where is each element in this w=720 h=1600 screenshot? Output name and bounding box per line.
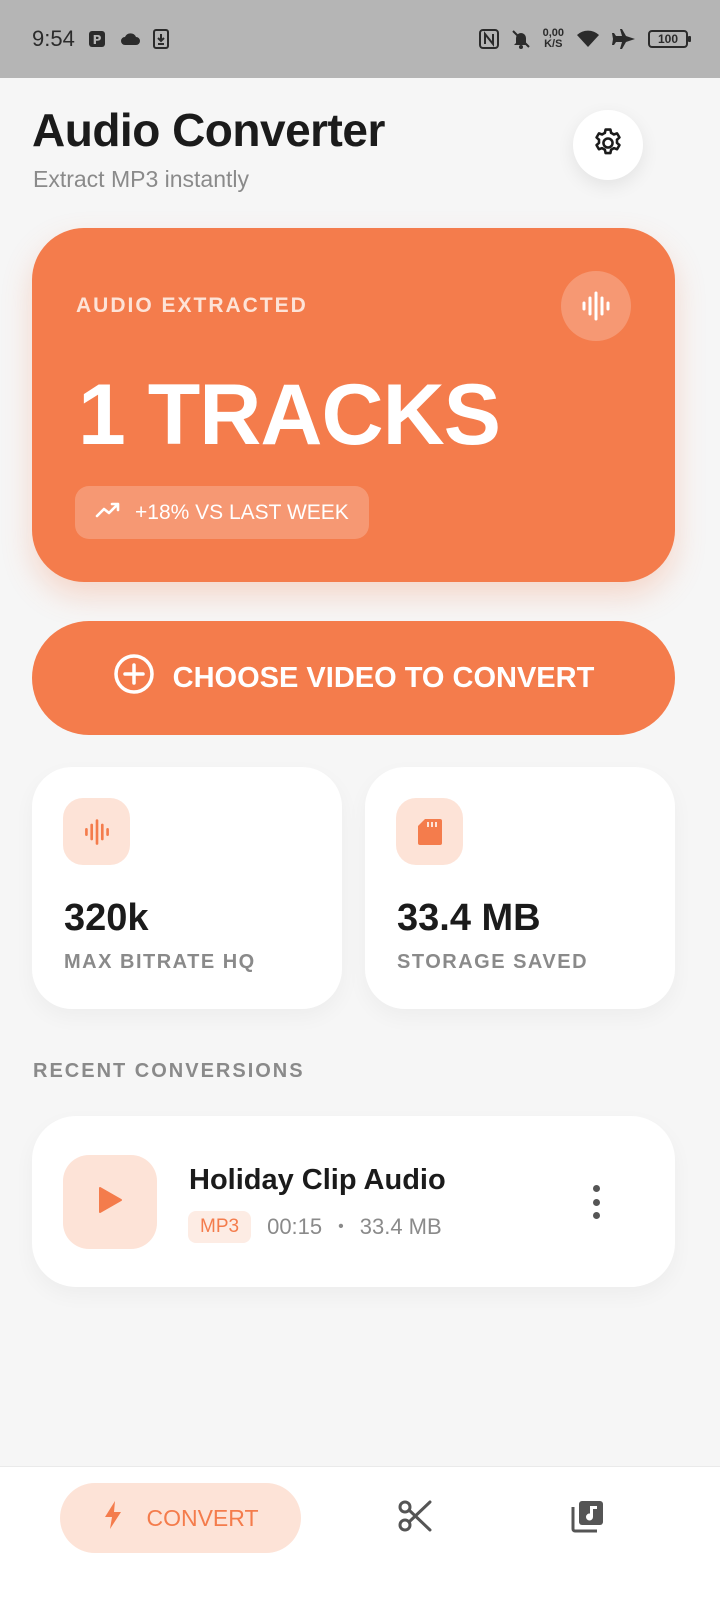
track-duration: 00:15: [267, 1214, 323, 1239]
airplane-icon: [612, 29, 636, 49]
nav-tab-cut[interactable]: [394, 1497, 436, 1539]
nav-convert-label: CONVERT: [146, 1504, 259, 1531]
battery-level: 100: [657, 32, 679, 46]
more-dot: [592, 1212, 600, 1219]
status-bar-right: 0,00 K/S 100: [478, 28, 691, 50]
settings-button[interactable]: [573, 110, 643, 180]
waveform-icon: [63, 798, 130, 865]
gear-icon: [591, 126, 625, 165]
sd-card-icon: [396, 798, 463, 865]
bolt-icon: [102, 1499, 124, 1537]
cloud-icon: [119, 31, 141, 47]
status-bar: 9:54 P 0,00 K/S 100: [0, 0, 720, 78]
trending-up-icon: [95, 501, 121, 525]
track-title: Holiday Clip Audio: [189, 1164, 446, 1196]
svg-text:P: P: [92, 33, 101, 47]
wifi-icon: [576, 30, 600, 48]
hero-label: AUDIO EXTRACTED: [76, 294, 308, 317]
page-title: Audio Converter: [32, 104, 385, 156]
bottom-nav: CONVERT: [0, 1466, 720, 1600]
track-size: 33.4 MB: [359, 1214, 442, 1239]
add-circle-icon: [113, 653, 155, 703]
track-meta: MP3 00:15 • 33.4 MB: [188, 1211, 442, 1243]
hero-card: AUDIO EXTRACTED 1 TRACKS +18% VS LAST WE…: [32, 228, 675, 582]
choose-video-label: CHOOSE VIDEO TO CONVERT: [172, 661, 595, 694]
recent-section-title: RECENT CONVERSIONS: [33, 1060, 305, 1082]
choose-video-button[interactable]: CHOOSE VIDEO TO CONVERT: [32, 621, 675, 735]
stat-label: MAX BITRATE HQ: [64, 951, 256, 973]
play-button[interactable]: [63, 1155, 157, 1249]
trend-text: +18% VS LAST WEEK: [135, 500, 349, 524]
play-icon: [96, 1185, 124, 1220]
more-vert-icon: [592, 1185, 600, 1192]
status-bar-left: 9:54 P: [32, 26, 169, 52]
nav-tab-library[interactable]: [567, 1497, 609, 1539]
parking-icon: P: [87, 29, 107, 49]
more-dot: [592, 1198, 600, 1206]
download-icon: [152, 29, 169, 49]
nfc-icon: [478, 29, 499, 49]
scissors-icon: [397, 1498, 433, 1539]
stat-card-bitrate: 320k MAX BITRATE HQ: [32, 767, 342, 1009]
net-speed-unit: K/S: [544, 38, 563, 50]
status-time: 9:54: [32, 26, 75, 51]
bell-off-icon: [511, 29, 531, 49]
stat-label: STORAGE SAVED: [397, 951, 589, 973]
trend-badge: +18% VS LAST WEEK: [75, 486, 369, 539]
format-badge: MP3: [188, 1211, 252, 1243]
stat-card-storage: 33.4 MB STORAGE SAVED: [365, 767, 675, 1009]
nav-tab-convert[interactable]: CONVERT: [60, 1483, 301, 1553]
waveform-icon: [561, 271, 631, 341]
battery-icon: 100: [648, 30, 691, 48]
music-library-icon: [570, 1498, 606, 1539]
stat-value: 320k: [64, 897, 149, 939]
net-speed: 0,00 K/S: [543, 28, 564, 50]
page-subtitle: Extract MP3 instantly: [33, 166, 250, 192]
hero-value: 1 TRACKS: [78, 367, 501, 463]
recent-item[interactable]: Holiday Clip Audio MP3 00:15 • 33.4 MB: [32, 1116, 675, 1287]
meta-separator: •: [338, 1218, 344, 1235]
stat-value: 33.4 MB: [397, 897, 541, 939]
more-options-button[interactable]: [580, 1182, 612, 1222]
